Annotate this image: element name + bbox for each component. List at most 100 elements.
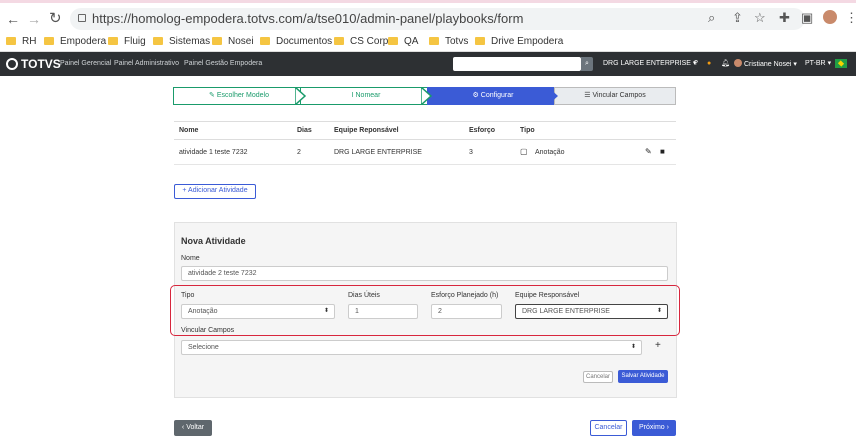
bookmark-item[interactable]: Drive Empodera	[475, 35, 563, 49]
bookmark-item[interactable]: Totvs	[429, 35, 468, 49]
folder-icon	[6, 37, 16, 45]
zoom-icon[interactable]: ⌕	[708, 10, 715, 26]
dias-input[interactable]: 1	[348, 304, 418, 319]
folder-icon	[429, 37, 439, 45]
bookmark-item[interactable]: QA	[388, 35, 418, 49]
totvs-logo[interactable]: TOTVS	[6, 57, 61, 71]
divider	[174, 164, 676, 165]
bookmark-item[interactable]: Sistemas	[153, 35, 210, 49]
folder-icon	[108, 37, 118, 45]
folder-icon	[388, 37, 398, 45]
chevron-left-icon: ‹	[181, 424, 185, 431]
reload-icon[interactable]: ↻	[49, 11, 62, 27]
bookmark-item[interactable]: CS Corp	[334, 35, 388, 49]
sidepanel-icon[interactable]: ▣	[801, 10, 813, 26]
nome-label: Nome	[181, 255, 200, 262]
bookmark-item[interactable]: Documentos	[260, 35, 332, 49]
table-row: atividade 1 teste 7232 2 DRG LARGE ENTER…	[174, 140, 676, 164]
tipo-select[interactable]: Anotação ⬍	[181, 304, 335, 319]
cell-esforco: 3	[469, 149, 473, 156]
col-header-esforco: Esforço	[469, 127, 496, 134]
folder-icon	[334, 37, 344, 45]
esforco-label: Esforço Planejado (h)	[431, 292, 499, 299]
nav-painel-administrativo[interactable]: Painel Administrativo	[114, 59, 179, 69]
search-icon[interactable]: ⌕	[581, 57, 593, 71]
note-icon: ▢	[520, 147, 528, 156]
plus-icon: +	[182, 187, 187, 194]
step-chevron	[295, 87, 307, 105]
gear-icon: ⚙	[472, 92, 479, 99]
magic-icon: ✎	[209, 92, 215, 99]
equipe-label: Equipe Responsável	[515, 292, 580, 299]
col-header-nome: Nome	[179, 127, 199, 134]
step-escolher-modelo[interactable]: ✎ Escolher Modelo	[173, 87, 305, 105]
esforco-input[interactable]: 2	[431, 304, 502, 319]
bookmarks-bar: RH Empodera Fluig Sistemas Nosei Documen…	[0, 32, 856, 52]
nav-painel-gerencial[interactable]: Painel Gerencial	[60, 59, 111, 69]
nav-painel-gestao[interactable]: Painel Gestão Empodera	[184, 59, 262, 69]
folder-icon	[212, 37, 222, 45]
select-arrow-icon: ⬍	[630, 344, 636, 350]
folder-icon	[44, 37, 54, 45]
new-activity-title: Nova Atividade	[181, 236, 246, 246]
step-nomear[interactable]: Ι Nomear	[300, 87, 432, 105]
app-navbar: TOTVS Painel Gerencial Painel Administra…	[0, 52, 856, 76]
share-icon[interactable]: ⇪	[732, 10, 743, 26]
bell-icon[interactable]: 🔔︎	[721, 59, 730, 69]
address-bar[interactable]: https://homolog-empodera.totvs.com/a/tse…	[70, 8, 805, 30]
save-activity-button[interactable]: Salvar Atividade	[618, 370, 668, 383]
col-header-equipe: Equipe Reponsável	[334, 127, 399, 134]
profile-avatar[interactable]	[823, 10, 837, 24]
bookmark-item[interactable]: Fluig	[108, 35, 146, 49]
star-icon[interactable]: ☆	[754, 10, 766, 26]
back-button[interactable]: ‹ Voltar	[174, 420, 212, 436]
bookmark-item[interactable]: Empodera	[44, 35, 106, 49]
logo-icon	[6, 58, 18, 70]
col-header-dias: Dias	[297, 127, 312, 134]
user-status-icon: ●	[707, 60, 712, 67]
database-icon: ☰	[584, 92, 591, 99]
cell-nome: atividade 1 teste 7232	[179, 149, 248, 156]
divider	[174, 121, 676, 122]
cell-equipe: DRG LARGE ENTERPRISE	[334, 149, 422, 156]
footer-cancel-button[interactable]: Cancelar	[590, 420, 627, 436]
tipo-label: Tipo	[181, 292, 195, 299]
step-vincular-campos[interactable]: ☰ Vincular Campos	[554, 87, 676, 105]
form-cancel-button[interactable]: Cancelar	[583, 371, 613, 383]
trash-icon[interactable]: ■	[660, 147, 665, 157]
user-menu[interactable]: Cristiane Nosei ▾	[734, 59, 797, 70]
bookmark-item[interactable]: Nosei	[212, 35, 254, 49]
brazil-flag-icon	[835, 59, 847, 68]
avatar	[734, 59, 742, 67]
language-selector[interactable]: PT-BR ▾	[805, 59, 831, 69]
folder-icon	[153, 37, 163, 45]
global-search-input[interactable]	[453, 57, 581, 71]
nome-input[interactable]: atividade 2 teste 7232	[181, 266, 668, 281]
cursor-icon: Ι	[351, 92, 354, 99]
url-text: https://homolog-empodera.totvs.com/a/tse…	[92, 11, 524, 26]
company-selector[interactable]: DRG LARGE ENTERPRISE ▾	[603, 59, 696, 69]
back-icon[interactable]: ←	[6, 11, 20, 27]
next-button[interactable]: Próximo ›	[632, 420, 676, 436]
lock-icon	[78, 14, 86, 22]
folder-icon	[260, 37, 270, 45]
forward-icon[interactable]: →	[27, 11, 41, 27]
col-header-tipo: Tipo	[520, 127, 535, 134]
select-arrow-icon: ⬍	[656, 308, 662, 314]
help-icon[interactable]: ?	[694, 59, 698, 69]
equipe-select[interactable]: DRG LARGE ENTERPRISE ⬍	[515, 304, 668, 319]
cell-tipo: Anotação	[535, 149, 565, 156]
step-configurar[interactable]: ⚙ Configurar	[427, 87, 559, 105]
step-chevron	[548, 87, 558, 105]
select-arrow-icon: ⬍	[323, 308, 329, 314]
extensions-icon[interactable]: ✚	[779, 10, 790, 26]
browser-toolbar: ← → ↻ https://homolog-empodera.totvs.com…	[0, 0, 856, 32]
add-activity-button[interactable]: + Adicionar Atividade	[174, 184, 256, 199]
bookmark-item[interactable]: RH	[6, 35, 36, 49]
menu-icon[interactable]: ⋮	[845, 10, 856, 26]
plus-icon[interactable]: +	[655, 341, 661, 351]
vincular-select[interactable]: Selecione ⬍	[181, 340, 642, 355]
folder-icon	[475, 37, 485, 45]
edit-icon[interactable]: ✎	[645, 147, 652, 157]
chevron-right-icon: ›	[666, 424, 669, 431]
